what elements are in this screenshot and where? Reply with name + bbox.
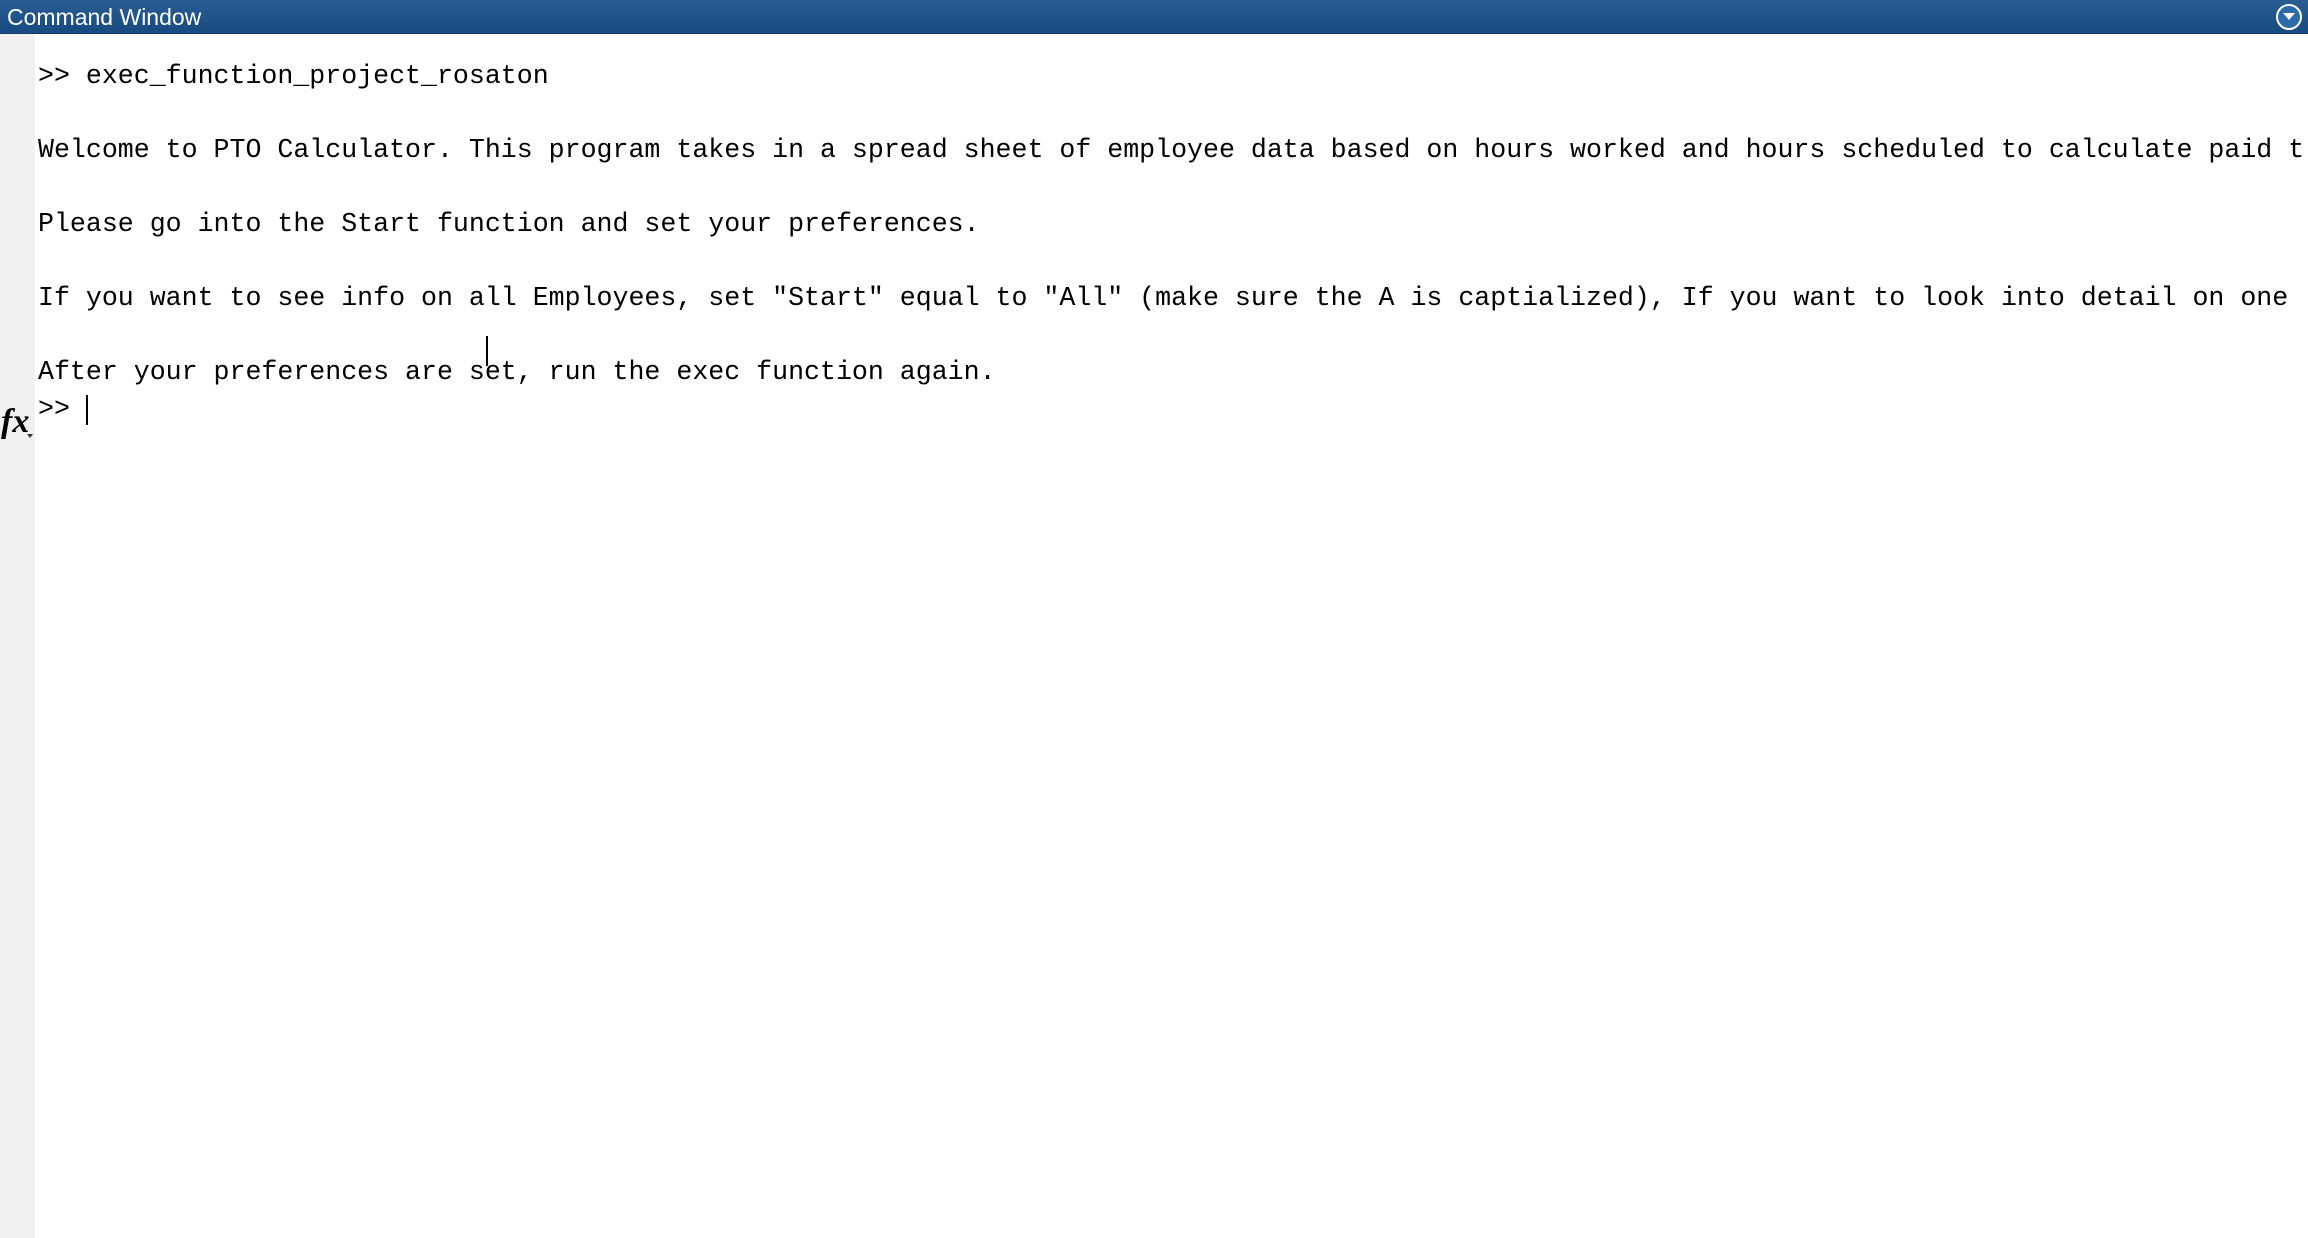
left-gutter: fx xyxy=(0,34,35,1238)
output-line: After your preferences are set, run the … xyxy=(38,357,996,387)
fx-icon-label: fx xyxy=(1,403,30,440)
console-output[interactable]: >> exec_function_project_rosaton Welcome… xyxy=(38,34,2308,1238)
text-cursor xyxy=(86,395,88,425)
fx-icon[interactable]: fx xyxy=(1,402,35,446)
output-line: Welcome to PTO Calculator. This program … xyxy=(38,135,2305,165)
window-title: Command Window xyxy=(7,4,202,30)
output-line: If you want to see info on all Employees… xyxy=(38,283,2289,313)
title-bar: Command Window xyxy=(0,0,2308,34)
output-line: Please go into the Start function and se… xyxy=(38,209,980,239)
window-menu-button[interactable] xyxy=(2276,4,2302,30)
caret-down-icon xyxy=(27,434,33,438)
command-line: >> exec_function_project_rosaton xyxy=(38,61,549,91)
command-window: Command Window fx >> exec_function_proje… xyxy=(0,0,2308,1238)
chevron-down-icon xyxy=(2283,13,2295,20)
mouse-ibeam-cursor xyxy=(486,336,488,366)
command-prompt[interactable]: >> xyxy=(38,392,70,426)
